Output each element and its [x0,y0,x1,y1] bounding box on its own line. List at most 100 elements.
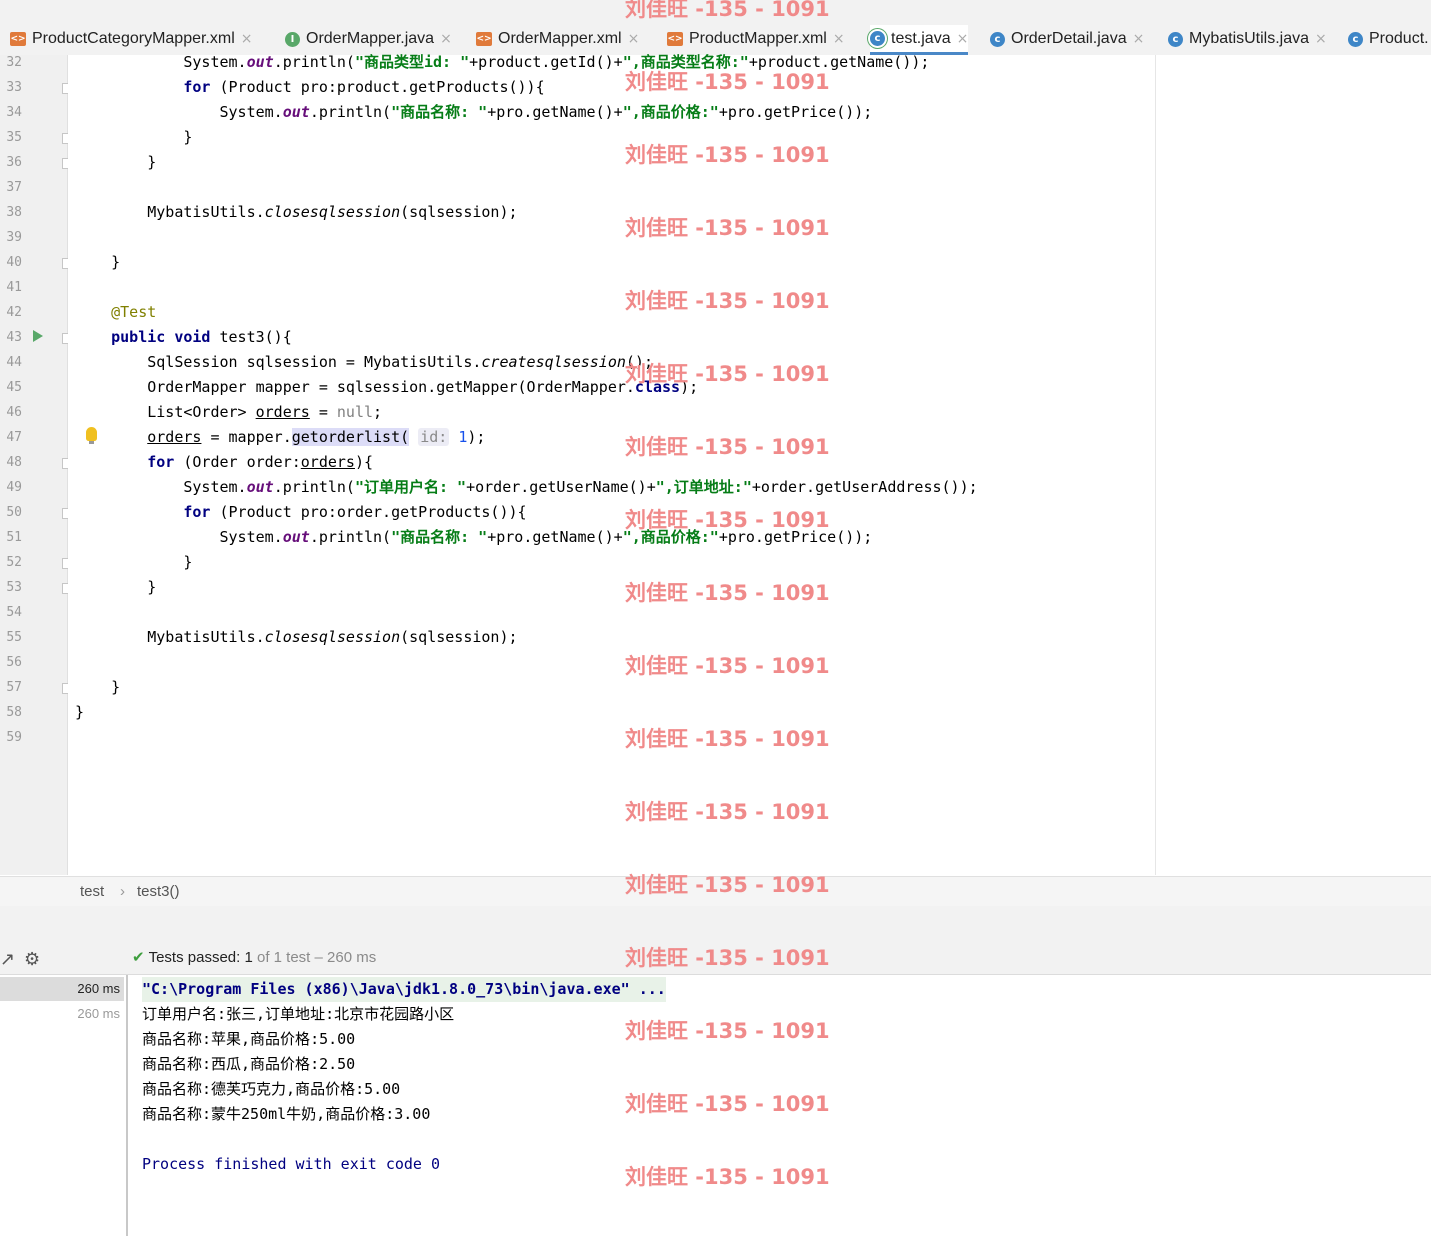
code-text: @Test [111,303,157,321]
code-line[interactable]: System.out.println("商品名称: "+pro.getName(… [68,525,1431,550]
code-text: SqlSession sqlsession = MybatisUtils.cre… [75,353,653,371]
code-line[interactable]: orders = mapper.getorderlist( id: 1); [68,425,1431,450]
gutter-line: 46 [0,400,67,425]
code-line[interactable] [68,725,1431,750]
code-text: public void test3(){ [111,328,292,346]
code-line[interactable]: System.out.println("订单用户名: "+order.getUs… [68,475,1431,500]
line-number: 53 [6,580,22,595]
code-line[interactable]: } [68,150,1431,175]
code-line[interactable] [68,275,1431,300]
tab-productcategorymapper-xml[interactable]: <> ProductCategoryMapper.xml × [10,25,253,53]
gutter-line: 48 [0,450,73,475]
code-line[interactable] [68,650,1431,675]
xml-file-icon: <> [10,32,26,46]
gutter-line: 45 [0,375,67,400]
tab-product[interactable]: c Product. [1348,25,1429,53]
intention-bulb-icon[interactable] [86,427,97,444]
class-icon: c [1348,31,1363,47]
close-icon[interactable]: × [833,31,845,47]
tests-passed-label: Tests passed: [148,949,241,966]
tab-label: OrderMapper.xml [498,30,622,47]
code-text: } [75,678,121,696]
gutter-line: 52 [0,550,73,575]
editor-tab-bar: <> ProductCategoryMapper.xml × I OrderMapper… [0,0,1431,56]
code-line[interactable]: System.out.println("商品类型id: "+product.ge… [68,50,1431,75]
line-number: 56 [6,655,22,670]
tab-ordermapper-xml[interactable]: <> OrderMapper.xml × [476,25,639,53]
close-icon[interactable]: × [1315,31,1327,47]
line-number: 57 [6,680,22,695]
line-number: 58 [6,705,22,720]
code-line[interactable]: } [68,550,1431,575]
code-line[interactable]: for (Product pro:order.getProducts()){ [68,500,1431,525]
code-text: List<Order> orders = null; [75,403,383,421]
code-line[interactable]: MybatisUtils.closesqlsession(sqlsession)… [68,200,1431,225]
line-number: 45 [6,380,22,395]
gutter-line: 59 [0,725,67,750]
run-console[interactable]: "C:\Program Files (x86)\Java\jdk1.8.0_73… [128,975,1431,1236]
code-line[interactable]: } [68,575,1431,600]
code-line[interactable]: } [68,700,1431,725]
tab-mybatisutils-java[interactable]: c MybatisUtils.java × [1168,25,1327,53]
tab-orderdetail-java[interactable]: c OrderDetail.java × [990,25,1144,53]
code-line[interactable]: MybatisUtils.closesqlsession(sqlsession)… [68,625,1431,650]
line-number: 47 [6,430,22,445]
expand-icon[interactable]: ↗ [0,949,15,970]
close-icon[interactable]: × [628,31,640,47]
line-number: 55 [6,630,22,645]
code-line[interactable]: for (Product pro:product.getProducts()){ [68,75,1431,100]
gutter-line: 32 [0,50,67,75]
code-line[interactable]: List<Order> orders = null; [68,400,1431,425]
gear-icon[interactable]: ⚙ [24,949,40,970]
code-line[interactable]: @Test [68,300,1431,325]
console-line: 商品名称:苹果,商品价格:5.00 [142,1030,356,1048]
gutter-line: 39 [0,225,67,250]
gutter-line: 35 [0,125,73,150]
run-test-gutter-icon[interactable] [33,330,43,342]
close-icon[interactable]: × [957,31,969,47]
code-text: } [75,578,157,596]
code-text: System.out.println("商品名称: "+pro.getName(… [75,528,873,546]
code-editor[interactable]: System.out.println("商品类型id: "+product.ge… [68,53,1431,875]
tab-productmapper-xml[interactable]: <> ProductMapper.xml × [667,25,845,53]
line-number-gutter: 32 33 34 35 36 37 38 39 40 41 42 43 44 45 46 47 48 49 50 51… [0,55,73,875]
right-margin-guide [1155,55,1156,875]
gutter-line: 54 [0,600,67,625]
code-line[interactable]: public void test3(){ [68,325,1431,350]
breadcrumb-method[interactable]: test3() [137,883,180,900]
code-text: System.out.println("商品名称: "+pro.getName(… [75,103,873,121]
code-line[interactable]: SqlSession sqlsession = MybatisUtils.cre… [68,350,1431,375]
code-line[interactable] [68,225,1431,250]
code-line[interactable] [68,600,1431,625]
interface-icon: I [285,31,300,47]
line-number: 36 [6,155,22,170]
gutter-line: 40 [0,250,73,275]
line-number: 35 [6,130,22,145]
code-line[interactable] [68,175,1431,200]
line-number: 42 [6,305,22,320]
code-line[interactable]: } [68,675,1431,700]
gutter-line: 34 [0,100,67,125]
line-number: 59 [6,730,22,745]
code-line[interactable]: System.out.println("商品名称: "+pro.getName(… [68,100,1431,125]
code-line[interactable]: } [68,125,1431,150]
gutter-line: 55 [0,625,67,650]
tab-label: MybatisUtils.java [1189,30,1310,47]
breadcrumb-class[interactable]: test [80,883,104,900]
line-number: 49 [6,480,22,495]
close-icon[interactable]: × [241,31,253,47]
tab-ordermapper-java[interactable]: I OrderMapper.java × [285,25,452,53]
xml-file-icon: <> [667,32,683,46]
close-icon[interactable]: × [440,31,452,47]
code-text: MybatisUtils.closesqlsession(sqlsession)… [75,628,518,646]
gutter-line: 33 [0,75,73,100]
code-line[interactable]: OrderMapper mapper = sqlsession.getMappe… [68,375,1431,400]
code-text: for (Product pro:order.getProducts()){ [183,503,527,521]
code-line[interactable]: } [68,250,1431,275]
test-tree-row[interactable]: 260 ms [0,977,124,1001]
code-line[interactable]: for (Order order:orders){ [68,450,1431,475]
run-panel-header [0,906,1431,941]
test-tree-row[interactable]: 260 ms [0,1002,124,1026]
class-icon: c [1168,31,1183,47]
close-icon[interactable]: × [1133,31,1145,47]
